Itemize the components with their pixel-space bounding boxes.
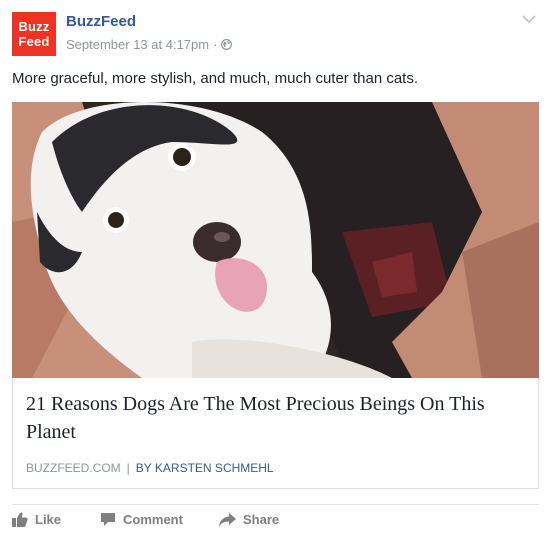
comment-icon xyxy=(101,513,115,526)
comment-button[interactable]: Comment xyxy=(100,512,183,527)
comment-label: Comment xyxy=(123,512,183,527)
meta-separator: · xyxy=(213,37,218,52)
dog-photo[interactable] xyxy=(12,102,539,378)
post-meta: September 13 at 4:17pm · xyxy=(66,37,233,52)
share-button[interactable]: Share xyxy=(219,512,279,527)
post-timestamp[interactable]: September 13 at 4:17pm xyxy=(66,37,209,52)
link-card[interactable]: 21 Reasons Dogs Are The Most Precious Be… xyxy=(12,378,539,489)
page-avatar-logo[interactable]: Buzz Feed xyxy=(12,12,56,56)
like-label: Like xyxy=(35,512,62,527)
page-name-link[interactable]: BuzzFeed xyxy=(66,13,136,30)
post-actions: Like Comment Share xyxy=(12,512,539,534)
chevron-down-icon[interactable] xyxy=(522,14,536,24)
source-separator: | xyxy=(126,461,130,475)
post-caption: More graceful, more stylish, and much, m… xyxy=(12,70,419,87)
globe-icon[interactable] xyxy=(221,39,233,50)
actions-divider xyxy=(12,504,539,505)
like-icon xyxy=(12,512,28,527)
logo-text-line2: Feed xyxy=(18,34,50,49)
like-button[interactable]: Like xyxy=(12,512,61,527)
link-source-line: BUZZFEED.COM | BY KARSTEN SCHMEHL xyxy=(26,461,274,475)
link-headline[interactable]: 21 Reasons Dogs Are The Most Precious Be… xyxy=(26,390,526,446)
logo-text-line1: Buzz xyxy=(18,19,50,34)
link-domain: BUZZFEED.COM xyxy=(26,461,121,475)
share-label: Share xyxy=(243,512,280,527)
link-author[interactable]: BY KARSTEN SCHMEHL xyxy=(136,461,274,475)
share-icon xyxy=(219,512,236,527)
